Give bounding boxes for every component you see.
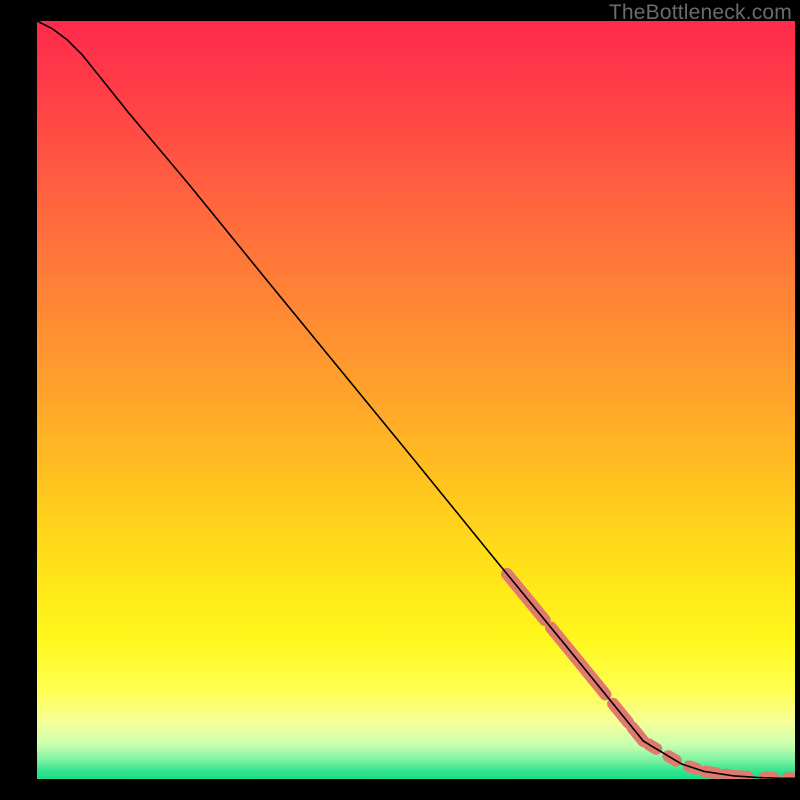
chart-plot xyxy=(37,21,795,779)
gradient-rect xyxy=(37,21,795,779)
chart-stage: TheBottleneck.com xyxy=(0,0,800,800)
